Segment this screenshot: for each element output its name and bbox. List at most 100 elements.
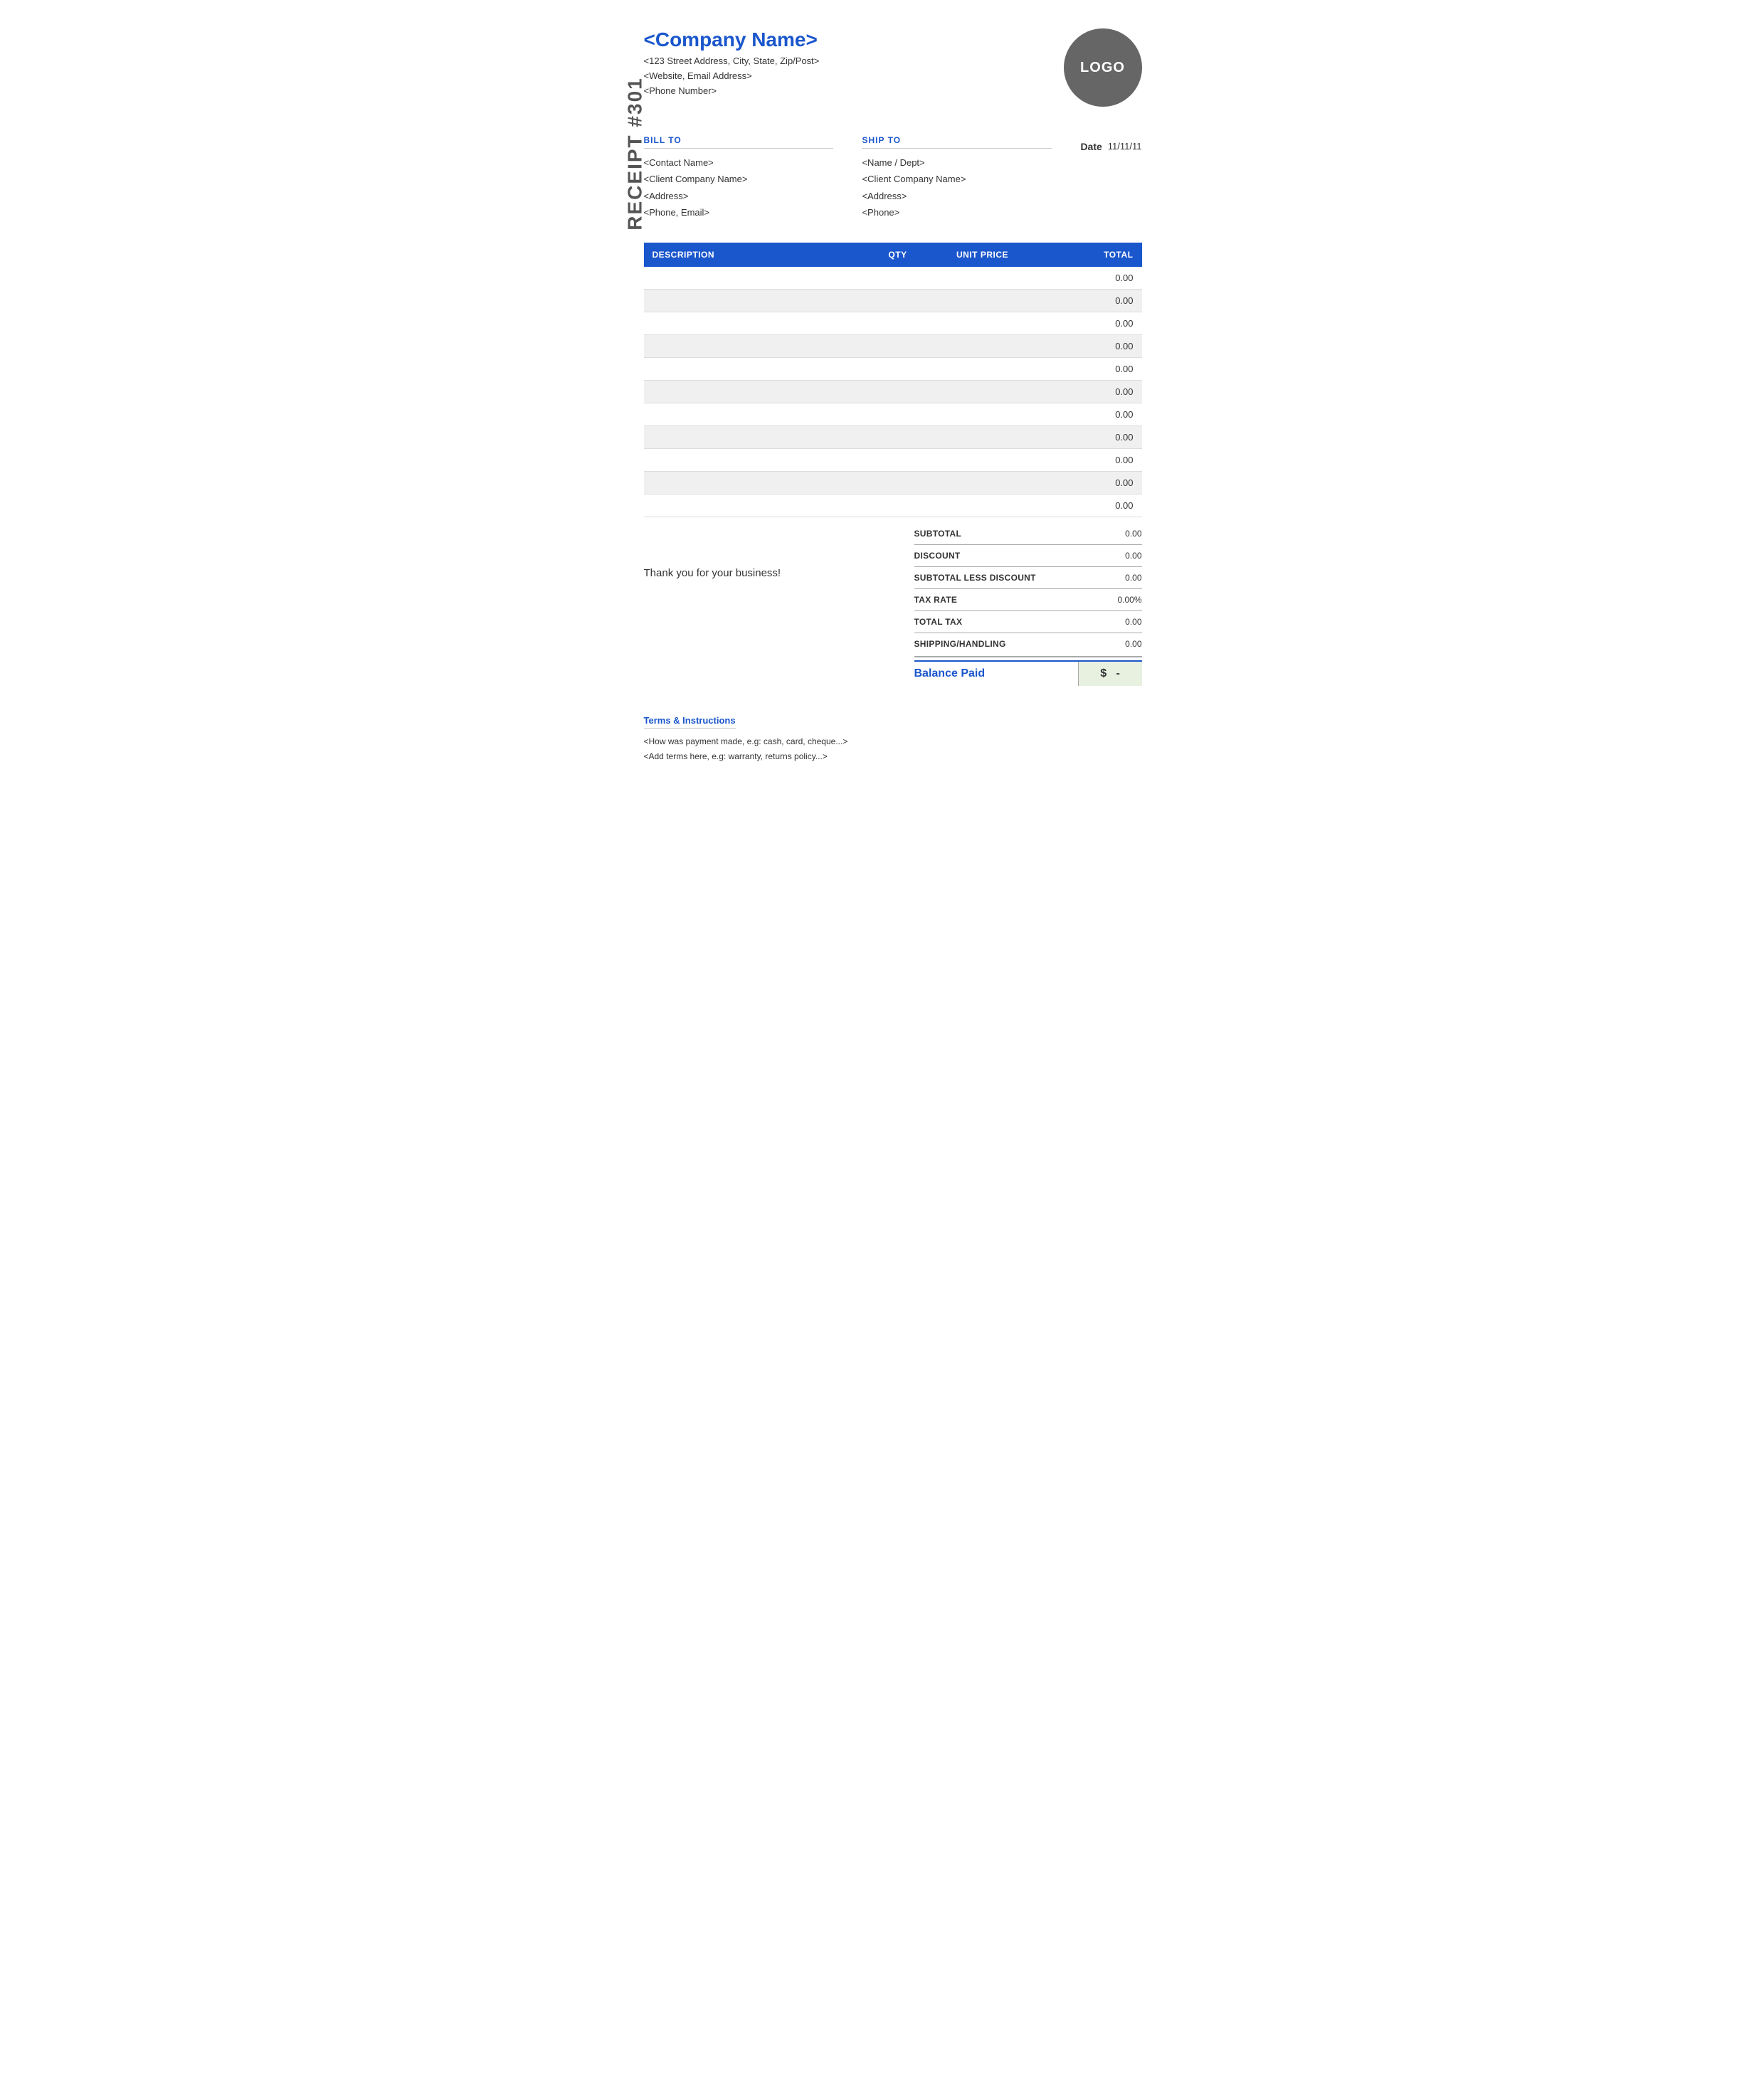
totals-block: SUBTOTAL 0.00 DISCOUNT 0.00 SUBTOTAL LES… <box>914 524 1142 686</box>
col-total: TOTAL <box>1037 243 1142 267</box>
total-tax-label: TOTAL TAX <box>914 617 963 627</box>
row-qty <box>868 267 928 290</box>
row-description <box>644 289 868 312</box>
ship-phone: <Phone> <box>862 204 1052 221</box>
bill-to-label: BILL TO <box>644 135 834 149</box>
subtotal-less-discount-row: SUBTOTAL LESS DISCOUNT 0.00 <box>914 568 1142 587</box>
addresses-section: BILL TO <Contact Name> <Client Company N… <box>644 135 1142 221</box>
ship-to-label: SHIP TO <box>862 135 1052 149</box>
row-unit-price <box>928 289 1037 312</box>
row-total: 0.00 <box>1037 448 1142 471</box>
subtotal-row: SUBTOTAL 0.00 <box>914 524 1142 543</box>
items-table: DESCRIPTION QTY UNIT PRICE TOTAL 0.000.0… <box>644 243 1142 517</box>
subtotal-less-discount-label: SUBTOTAL LESS DISCOUNT <box>914 573 1036 583</box>
ship-company-name: <Client Company Name> <box>862 171 1052 187</box>
bill-to-block: BILL TO <Contact Name> <Client Company N… <box>644 135 834 221</box>
table-row: 0.00 <box>644 334 1142 357</box>
row-unit-price <box>928 380 1037 403</box>
table-row: 0.00 <box>644 357 1142 380</box>
shipping-label: SHIPPING/HANDLING <box>914 639 1006 649</box>
tax-rate-label: TAX RATE <box>914 595 958 605</box>
row-qty <box>868 357 928 380</box>
company-name: <Company Name> <box>644 28 820 51</box>
receipt-label: RECEIPT #301 <box>623 77 646 230</box>
row-unit-price <box>928 448 1037 471</box>
col-qty: QTY <box>868 243 928 267</box>
row-unit-price <box>928 425 1037 448</box>
discount-label: DISCOUNT <box>914 551 961 561</box>
row-qty <box>868 448 928 471</box>
row-description <box>644 448 868 471</box>
tax-rate-row: TAX RATE 0.00% <box>914 591 1142 609</box>
bill-address: <Address> <box>644 188 834 204</box>
row-unit-price <box>928 494 1037 517</box>
row-qty <box>868 289 928 312</box>
ship-to-block: SHIP TO <Name / Dept> <Client Company Na… <box>862 135 1052 221</box>
row-total: 0.00 <box>1037 289 1142 312</box>
row-total: 0.00 <box>1037 357 1142 380</box>
receipt-page: RECEIPT #301 <Company Name> <123 Street … <box>580 0 1185 793</box>
subtotal-less-discount-value: 0.00 <box>1125 573 1141 583</box>
shipping-row: SHIPPING/HANDLING 0.00 <box>914 635 1142 653</box>
row-unit-price <box>928 403 1037 425</box>
date-label: Date <box>1080 141 1102 152</box>
date-value: 11/11/11 <box>1108 141 1142 152</box>
row-qty <box>868 403 928 425</box>
row-total: 0.00 <box>1037 403 1142 425</box>
company-address: <123 Street Address, City, State, Zip/Po… <box>644 54 820 69</box>
table-row: 0.00 <box>644 380 1142 403</box>
ship-name-dept: <Name / Dept> <box>862 154 1052 171</box>
table-row: 0.00 <box>644 471 1142 494</box>
terms-title: Terms & Instructions <box>644 715 736 729</box>
balance-value-box: $ - <box>1078 662 1142 686</box>
row-unit-price <box>928 312 1037 334</box>
shipping-value: 0.00 <box>1125 639 1141 649</box>
total-tax-value: 0.00 <box>1125 617 1141 627</box>
row-total: 0.00 <box>1037 334 1142 357</box>
company-phone: <Phone Number> <box>644 84 820 99</box>
row-unit-price <box>928 334 1037 357</box>
row-qty <box>868 312 928 334</box>
table-row: 0.00 <box>644 403 1142 425</box>
row-total: 0.00 <box>1037 312 1142 334</box>
thank-you-message: Thank you for your business! <box>644 567 781 579</box>
row-total: 0.00 <box>1037 494 1142 517</box>
logo: LOGO <box>1064 28 1142 107</box>
row-total: 0.00 <box>1037 471 1142 494</box>
row-description <box>644 425 868 448</box>
row-description <box>644 471 868 494</box>
col-unit-price: UNIT PRICE <box>928 243 1037 267</box>
terms-line1: <How was payment made, e.g: cash, card, … <box>644 734 1142 750</box>
row-qty <box>868 471 928 494</box>
company-info: <Company Name> <123 Street Address, City… <box>644 28 820 98</box>
row-unit-price <box>928 471 1037 494</box>
row-unit-price <box>928 267 1037 290</box>
total-tax-row: TOTAL TAX 0.00 <box>914 613 1142 631</box>
balance-row: Balance Paid $ - <box>914 660 1142 686</box>
logo-text: LOGO <box>1080 60 1125 76</box>
row-description <box>644 312 868 334</box>
row-total: 0.00 <box>1037 425 1142 448</box>
row-description <box>644 494 868 517</box>
header: <Company Name> <123 Street Address, City… <box>644 28 1142 107</box>
row-total: 0.00 <box>1037 267 1142 290</box>
terms-section: Terms & Instructions <How was payment ma… <box>644 714 1142 765</box>
date-block: Date 11/11/11 <box>1080 141 1141 152</box>
discount-row: DISCOUNT 0.00 <box>914 546 1142 565</box>
col-description: DESCRIPTION <box>644 243 868 267</box>
table-row: 0.00 <box>644 312 1142 334</box>
bill-phone-email: <Phone, Email> <box>644 204 834 221</box>
table-row: 0.00 <box>644 267 1142 290</box>
row-description <box>644 380 868 403</box>
terms-line2: <Add terms here, e.g: warranty, returns … <box>644 749 1142 765</box>
company-website-email: <Website, Email Address> <box>644 69 820 84</box>
tax-rate-value: 0.00% <box>1117 595 1141 605</box>
row-qty <box>868 494 928 517</box>
balance-currency: $ <box>1100 667 1107 679</box>
subtotal-label: SUBTOTAL <box>914 529 962 539</box>
bill-company-name: <Client Company Name> <box>644 171 834 187</box>
balance-value: - <box>1116 667 1119 679</box>
subtotal-value: 0.00 <box>1125 529 1141 539</box>
row-description <box>644 403 868 425</box>
table-row: 0.00 <box>644 494 1142 517</box>
